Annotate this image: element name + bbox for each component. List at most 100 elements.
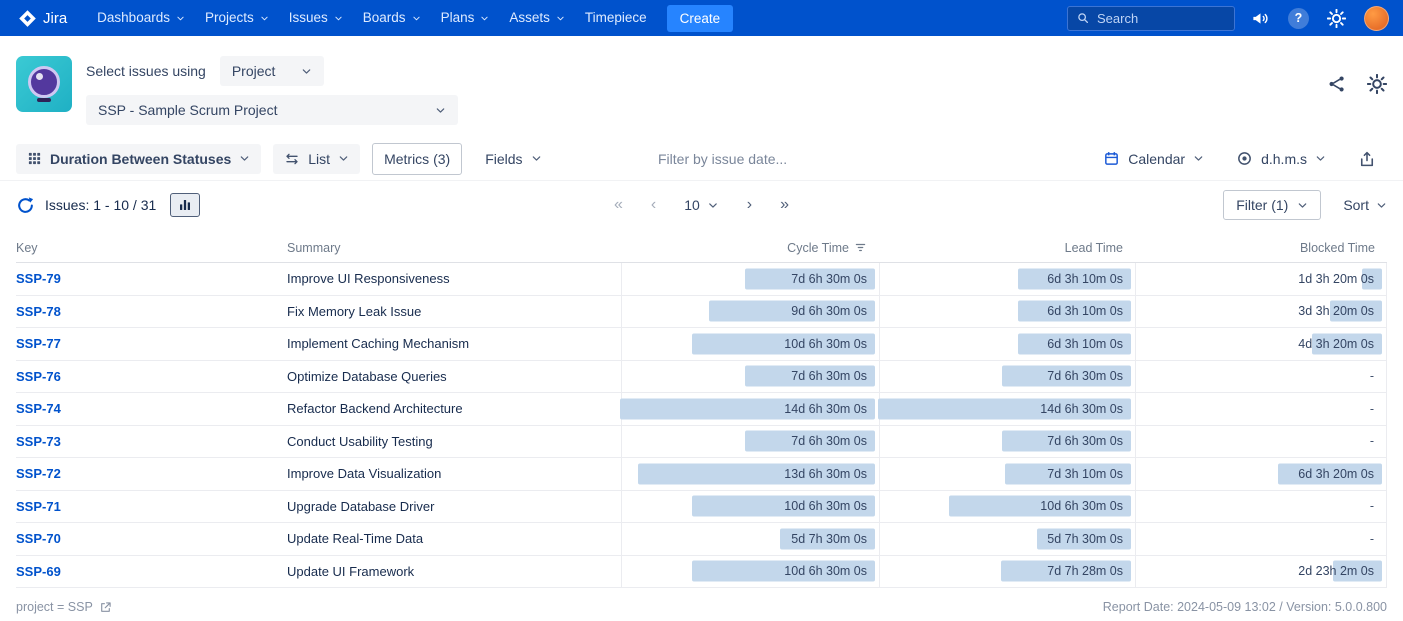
col-header-cycle-time[interactable]: Cycle Time — [621, 241, 879, 255]
issue-summary: Upgrade Database Driver — [287, 499, 621, 514]
issue-key[interactable]: SSP-78 — [16, 304, 287, 319]
cycle-value: 10d 6h 30m 0s — [784, 499, 867, 513]
chevron-down-icon — [1193, 153, 1204, 164]
issue-source-value: Project — [232, 63, 276, 79]
lead-cell: 14d 6h 30m 0s — [879, 393, 1135, 425]
brand-label: Jira — [43, 10, 67, 27]
blocked-value: 3d 3h 20m 0s — [1298, 304, 1374, 318]
report-type-dropdown[interactable]: Duration Between Statuses — [16, 144, 261, 174]
issue-key[interactable]: SSP-77 — [16, 336, 287, 351]
share-report-button[interactable] — [1327, 74, 1347, 94]
nav-item-label: Dashboards — [97, 11, 170, 25]
issue-source-dropdown[interactable]: Project — [220, 56, 325, 86]
profile-button[interactable] — [1362, 4, 1391, 33]
nav-item[interactable]: Timepiece — [575, 5, 657, 31]
view-label: List — [308, 151, 330, 167]
search-input[interactable] — [1097, 11, 1217, 26]
issue-key[interactable]: SSP-79 — [16, 271, 287, 286]
issues-count: Issues: 1 - 10 / 31 — [45, 197, 156, 213]
table-row: SSP-71 Upgrade Database Driver 10d 6h 30… — [16, 491, 1387, 524]
megaphone-icon — [1251, 9, 1270, 28]
issue-key[interactable]: SSP-73 — [16, 434, 287, 449]
sort-dropdown[interactable]: Sort — [1343, 197, 1387, 213]
issue-summary: Implement Caching Mechanism — [287, 336, 621, 351]
export-button[interactable] — [1347, 143, 1387, 175]
issue-summary: Refactor Backend Architecture — [287, 401, 621, 416]
issue-key[interactable]: SSP-71 — [16, 499, 287, 514]
chevron-down-icon — [239, 153, 250, 164]
lead-cell: 6d 3h 10m 0s — [879, 263, 1135, 295]
chevron-down-icon — [301, 66, 312, 77]
calendar-dropdown[interactable]: Calendar — [1092, 143, 1215, 174]
create-button[interactable]: Create — [667, 5, 734, 32]
blocked-value: 6d 3h 20m 0s — [1298, 467, 1374, 481]
col-header-lead-time[interactable]: Lead Time — [879, 241, 1135, 255]
table-row: SSP-74 Refactor Backend Architecture 14d… — [16, 393, 1387, 426]
pagination-next-button[interactable]: › — [747, 196, 752, 214]
nav-item[interactable]: Dashboards — [87, 5, 195, 31]
cycle-value: 13d 6h 30m 0s — [784, 467, 867, 481]
project-dropdown[interactable]: SSP - Sample Scrum Project — [86, 95, 458, 125]
nav-item[interactable]: Boards — [353, 5, 431, 31]
fields-label: Fields — [485, 151, 522, 167]
pagination-last-button[interactable]: » — [780, 196, 789, 214]
report-settings-button[interactable] — [1367, 74, 1387, 94]
issue-key[interactable]: SSP-74 — [16, 401, 287, 416]
nav-item[interactable]: Plans — [431, 5, 500, 31]
issue-date-filter-input[interactable] — [658, 151, 858, 167]
cycle-value: 7d 6h 30m 0s — [791, 434, 867, 448]
cycle-cell: 7d 6h 30m 0s — [621, 263, 879, 295]
page-size-dropdown[interactable]: 10 — [684, 197, 719, 213]
cycle-value: 10d 6h 30m 0s — [784, 337, 867, 351]
table-row: SSP-69 Update UI Framework 10d 6h 30m 0s… — [16, 556, 1387, 589]
fields-dropdown[interactable]: Fields — [474, 144, 552, 174]
cycle-value: 7d 6h 30m 0s — [791, 369, 867, 383]
report-meta: Report Date: 2024-05-09 13:02 / Version:… — [1103, 600, 1387, 614]
issue-key[interactable]: SSP-70 — [16, 531, 287, 546]
duration-format-dropdown[interactable]: d.h.m.s — [1225, 143, 1337, 174]
chevron-down-icon — [338, 153, 349, 164]
pagination-prev-button[interactable]: ‹ — [651, 196, 656, 214]
lead-cell: 7d 3h 10m 0s — [879, 458, 1135, 490]
refresh-button[interactable] — [16, 196, 35, 215]
blocked-cell: 3d 3h 20m 0s — [1135, 296, 1387, 328]
lead-value: 14d 6h 30m 0s — [1040, 402, 1123, 416]
blocked-value: 4d 3h 20m 0s — [1298, 337, 1374, 351]
issue-key[interactable]: SSP-76 — [16, 369, 287, 384]
lead-value: 7d 7h 28m 0s — [1047, 564, 1123, 578]
table-header-row: Key Summary Cycle Time Lead Time Blocked… — [16, 233, 1387, 263]
filter-dropdown[interactable]: Filter (1) — [1223, 190, 1321, 220]
help-button[interactable]: ? — [1286, 6, 1311, 31]
chart-view-toggle[interactable] — [170, 193, 200, 217]
col-header-key[interactable]: Key — [16, 241, 287, 255]
issue-summary: Improve Data Visualization — [287, 466, 621, 481]
blocked-value: - — [1370, 402, 1374, 416]
pagination-first-button[interactable]: « — [614, 196, 623, 214]
col-header-blocked-time[interactable]: Blocked Time — [1135, 241, 1387, 255]
chevron-down-icon — [260, 14, 269, 23]
settings-button[interactable] — [1325, 7, 1348, 30]
cycle-value: 7d 6h 30m 0s — [791, 272, 867, 286]
issue-summary: Conduct Usability Testing — [287, 434, 621, 449]
nav-item[interactable]: Projects — [195, 5, 279, 31]
issue-key[interactable]: SSP-72 — [16, 466, 287, 481]
lead-cell: 7d 6h 30m 0s — [879, 426, 1135, 458]
col-header-summary[interactable]: Summary — [287, 241, 621, 255]
search-box[interactable] — [1067, 6, 1235, 31]
issue-summary: Improve UI Responsiveness — [287, 271, 621, 286]
lead-cell: 7d 6h 30m 0s — [879, 361, 1135, 393]
cycle-cell: 7d 6h 30m 0s — [621, 361, 879, 393]
search-icon — [1076, 11, 1090, 25]
cycle-value: 5d 7h 30m 0s — [791, 532, 867, 546]
gear-icon — [1327, 9, 1346, 28]
metrics-button[interactable]: Metrics (3) — [372, 143, 462, 175]
nav-item[interactable]: Issues — [279, 5, 353, 31]
open-jql-button[interactable] — [99, 601, 112, 614]
issue-key[interactable]: SSP-69 — [16, 564, 287, 579]
jira-logo[interactable]: Jira — [12, 5, 73, 32]
feedback-megaphone-button[interactable] — [1249, 7, 1272, 30]
nav-item[interactable]: Assets — [499, 5, 575, 31]
lead-value: 10d 6h 30m 0s — [1040, 499, 1123, 513]
view-dropdown[interactable]: List — [273, 144, 360, 174]
help-icon: ? — [1288, 8, 1309, 29]
